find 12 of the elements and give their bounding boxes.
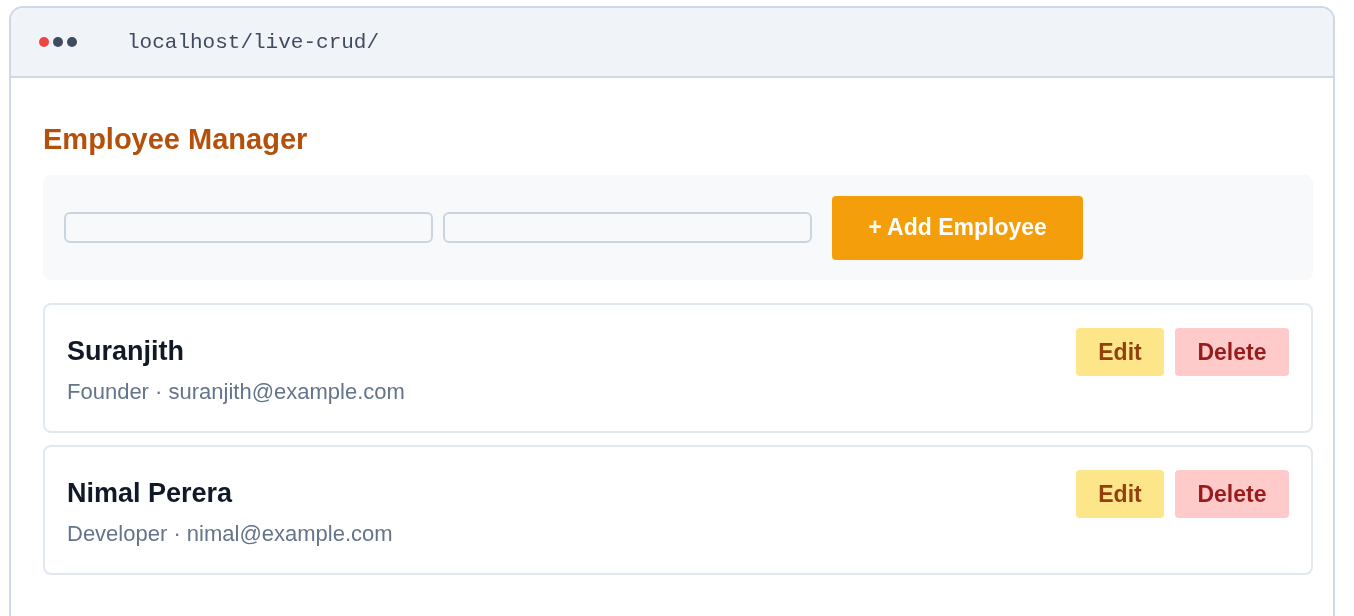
delete-button[interactable]: Delete <box>1175 470 1289 518</box>
employee-name: Nimal Perera <box>67 478 234 509</box>
employee-name: Suranjith <box>67 336 185 367</box>
employee-details: Founder · suranjith@example.com <box>67 379 405 405</box>
employee-details: Developer · nimal@example.com <box>67 521 393 547</box>
page-title: Employee Manager <box>43 122 309 156</box>
url-text: localhost/live-crud/ <box>127 30 380 54</box>
input-field[interactable] <box>64 212 433 243</box>
delete-button[interactable]: Delete <box>1175 328 1289 376</box>
edit-button[interactable]: Edit <box>1076 470 1164 518</box>
input-field[interactable] <box>443 212 812 243</box>
edit-button[interactable]: Edit <box>1076 328 1164 376</box>
